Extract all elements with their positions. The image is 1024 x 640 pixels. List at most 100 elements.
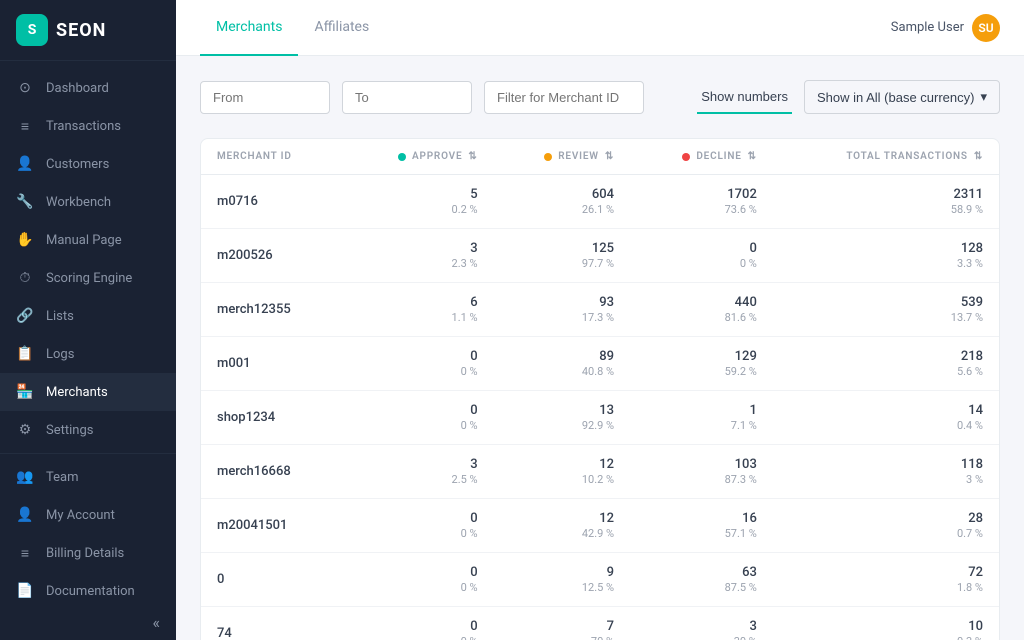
sidebar-item-documentation[interactable]: 📄 Documentation: [0, 572, 176, 605]
col-header-decline: Decline ⇅: [630, 139, 773, 175]
merchant-id-input[interactable]: [484, 81, 644, 114]
cell-approve: 0 0 %: [344, 391, 494, 445]
header: Merchants Affiliates Sample User SU: [176, 0, 1024, 56]
col-header-merchant-id: Merchant ID: [201, 139, 344, 175]
sidebar-divider: [0, 453, 176, 454]
sidebar-label-lists: Lists: [46, 309, 74, 324]
show-currency-button[interactable]: Show in All (base currency) ▾: [804, 80, 1000, 114]
to-input[interactable]: [342, 81, 472, 114]
sidebar-label-transactions: Transactions: [46, 119, 121, 134]
merchants-table: Merchant ID Approve ⇅: [201, 139, 999, 640]
sidebar-label-customers: Customers: [46, 157, 109, 172]
cell-review: 89 40.8 %: [494, 337, 630, 391]
workbench-icon: 🔧: [16, 193, 34, 211]
sidebar-item-logs[interactable]: 📋 Logs: [0, 335, 176, 373]
cell-decline: 129 59.2 %: [630, 337, 773, 391]
table-row[interactable]: merch16668 3 2.5 % 12 10.2 % 103 87.3 % …: [201, 445, 999, 499]
my-account-icon: 👤: [16, 506, 34, 524]
sidebar-label-manual-page: Manual Page: [46, 233, 122, 248]
sidebar-collapse-button[interactable]: «: [0, 605, 176, 640]
table-row[interactable]: m200526 3 2.3 % 125 97.7 % 0 0 % 128 3.3…: [201, 229, 999, 283]
sidebar-item-transactions[interactable]: ≡ Transactions: [0, 107, 176, 145]
sidebar-label-merchants: Merchants: [46, 385, 108, 400]
sidebar-item-customers[interactable]: 👤 Customers: [0, 145, 176, 183]
review-sort-icon[interactable]: ⇅: [605, 151, 614, 162]
table-body: m0716 5 0.2 % 604 26.1 % 1702 73.6 % 231…: [201, 175, 999, 640]
billing-icon: ≡: [16, 544, 34, 562]
sidebar-item-lists[interactable]: 🔗 Lists: [0, 297, 176, 335]
decline-dot: [682, 153, 690, 161]
col-header-total: Total Transactions ⇅: [773, 139, 999, 175]
cell-total: 539 13.7 %: [773, 283, 999, 337]
cell-approve: 0 0 %: [344, 607, 494, 640]
logo-text: SEON: [56, 20, 106, 41]
cell-approve: 0 0 %: [344, 553, 494, 607]
sidebar-item-billing[interactable]: ≡ Billing Details: [0, 534, 176, 572]
sidebar-label-billing: Billing Details: [46, 546, 124, 561]
table-row[interactable]: 74 0 0 % 7 70 % 3 30 % 10 0.3 %: [201, 607, 999, 640]
col-header-approve: Approve ⇅: [344, 139, 494, 175]
cell-approve: 3 2.3 %: [344, 229, 494, 283]
merchants-table-container: Merchant ID Approve ⇅: [200, 138, 1000, 640]
cell-review: 604 26.1 %: [494, 175, 630, 229]
logo-icon: S: [16, 14, 48, 46]
show-numbers-button[interactable]: Show numbers: [697, 81, 792, 114]
sidebar-item-dashboard[interactable]: ⊙ Dashboard: [0, 69, 176, 107]
sidebar-item-workbench[interactable]: 🔧 Workbench: [0, 183, 176, 221]
sidebar-label-dashboard: Dashboard: [46, 81, 109, 96]
cell-merchant-id: m20041501: [201, 499, 344, 553]
cell-total: 10 0.3 %: [773, 607, 999, 640]
approve-sort-icon[interactable]: ⇅: [468, 151, 477, 162]
decline-sort-icon[interactable]: ⇅: [748, 151, 757, 162]
logs-icon: 📋: [16, 345, 34, 363]
header-tabs: Merchants Affiliates: [200, 0, 385, 55]
cell-decline: 1 7.1 %: [630, 391, 773, 445]
table-row[interactable]: m001 0 0 % 89 40.8 % 129 59.2 % 218 5.6 …: [201, 337, 999, 391]
settings-icon: ⚙: [16, 421, 34, 439]
cell-total: 2311 58.9 %: [773, 175, 999, 229]
manual-page-icon: ✋: [16, 231, 34, 249]
table-row[interactable]: m20041501 0 0 % 12 42.9 % 16 57.1 % 28 0…: [201, 499, 999, 553]
sidebar-label-my-account: My Account: [46, 508, 115, 523]
filters-row: Show numbers Show in All (base currency)…: [200, 80, 1000, 114]
scoring-engine-icon: ⏱: [16, 269, 34, 287]
cell-merchant-id: shop1234: [201, 391, 344, 445]
cell-merchant-id: 74: [201, 607, 344, 640]
sidebar-item-my-account[interactable]: 👤 My Account: [0, 496, 176, 534]
cell-review: 125 97.7 %: [494, 229, 630, 283]
sidebar-item-team[interactable]: 👥 Team: [0, 458, 176, 496]
review-dot: [544, 153, 552, 161]
avatar: SU: [972, 14, 1000, 42]
tab-affiliates[interactable]: Affiliates: [298, 0, 385, 56]
table-header: Merchant ID Approve ⇅: [201, 139, 999, 175]
sidebar-nav: ⊙ Dashboard ≡ Transactions 👤 Customers 🔧…: [0, 61, 176, 605]
total-sort-icon[interactable]: ⇅: [974, 151, 983, 162]
from-input[interactable]: [200, 81, 330, 114]
user-menu[interactable]: Sample User SU: [891, 14, 1000, 42]
logo-letter: S: [28, 22, 37, 38]
tab-merchants[interactable]: Merchants: [200, 0, 298, 56]
cell-total: 118 3 %: [773, 445, 999, 499]
cell-total: 72 1.8 %: [773, 553, 999, 607]
logo-area: S SEON: [0, 0, 176, 61]
cell-decline: 0 0 %: [630, 229, 773, 283]
table-row[interactable]: merch12355 6 1.1 % 93 17.3 % 440 81.6 % …: [201, 283, 999, 337]
lists-icon: 🔗: [16, 307, 34, 325]
customers-icon: 👤: [16, 155, 34, 173]
cell-decline: 103 87.3 %: [630, 445, 773, 499]
sidebar-item-merchants[interactable]: 🏪 Merchants: [0, 373, 176, 411]
table-row[interactable]: 0 0 0 % 9 12.5 % 63 87.5 % 72 1.8 %: [201, 553, 999, 607]
dashboard-icon: ⊙: [16, 79, 34, 97]
sidebar-item-scoring-engine[interactable]: ⏱ Scoring Engine: [0, 259, 176, 297]
cell-approve: 6 1.1 %: [344, 283, 494, 337]
cell-review: 12 42.9 %: [494, 499, 630, 553]
content-area: Show numbers Show in All (base currency)…: [176, 56, 1024, 640]
sidebar-item-settings[interactable]: ⚙ Settings: [0, 411, 176, 449]
cell-decline: 3 30 %: [630, 607, 773, 640]
cell-total: 14 0.4 %: [773, 391, 999, 445]
sidebar-item-manual-page[interactable]: ✋ Manual Page: [0, 221, 176, 259]
table-row[interactable]: m0716 5 0.2 % 604 26.1 % 1702 73.6 % 231…: [201, 175, 999, 229]
sidebar-label-documentation: Documentation: [46, 584, 135, 599]
table-row[interactable]: shop1234 0 0 % 13 92.9 % 1 7.1 % 14 0.4 …: [201, 391, 999, 445]
cell-approve: 3 2.5 %: [344, 445, 494, 499]
